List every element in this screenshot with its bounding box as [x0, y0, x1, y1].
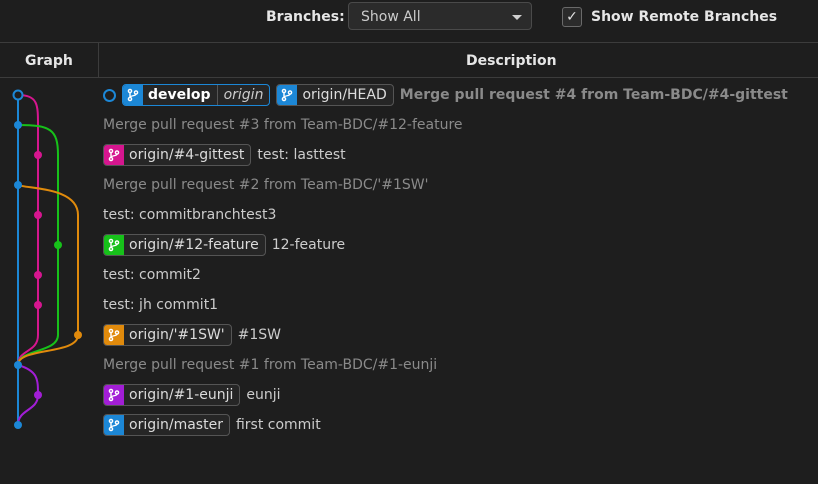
graph-line-orange [17, 184, 79, 366]
branch-ref-badge[interactable]: origin/master [103, 414, 230, 436]
commit-row[interactable]: origin/#12-feature 12-feature [103, 230, 345, 260]
commit-row[interactable]: origin/master first commit [103, 410, 321, 440]
commit-node[interactable] [34, 391, 42, 399]
commit-graph [12, 89, 82, 429]
commit-message: Merge pull request #3 from Team-BDC/#12-… [103, 117, 463, 133]
graph-line-magenta [17, 94, 39, 366]
commit-row[interactable]: test: commitbranchtest3 [103, 200, 276, 230]
branch-icon [104, 325, 124, 345]
branch-icon [277, 85, 298, 105]
commit-row[interactable]: origin/'#1SW' #1SW [103, 320, 281, 350]
commit-message: test: commit2 [103, 267, 201, 283]
branches-label: Branches: [266, 9, 345, 25]
column-header: Graph Description [0, 42, 818, 78]
commit-node[interactable] [14, 121, 22, 129]
commit-message: test: lasttest [257, 147, 346, 163]
commit-message: Merge pull request #1 from Team-BDC/#1-e… [103, 357, 438, 373]
show-remote-checkbox[interactable]: ✓ [562, 7, 582, 27]
checkmark-icon: ✓ [566, 9, 578, 25]
commit-row[interactable]: develop origin origin/HEAD Merge pull reque… [103, 80, 788, 110]
branch-ref-name: develop [148, 87, 211, 103]
commit-message: Merge pull request #4 from Team-BDC/#4-g… [399, 87, 788, 103]
branch-ref-name: origin/#4-gittest [129, 147, 245, 163]
commit-row[interactable]: origin/#4-gittest test: lasttest [103, 140, 346, 170]
branches-select-value: Show All [361, 9, 421, 25]
commit-message: test: jh commit1 [103, 297, 219, 313]
branch-ref-badge[interactable]: develop origin [122, 84, 271, 106]
toolbar: Branches: Show All ✓ Show Remote Branche… [0, 0, 818, 40]
description-column-header[interactable]: Description [466, 53, 557, 69]
graph-column-header[interactable]: Graph [25, 53, 73, 69]
branch-ref-name: origin/master [129, 417, 223, 433]
commit-node[interactable] [14, 361, 22, 369]
commit-node[interactable] [34, 211, 42, 219]
branch-ref-name: origin/#1-eunji [129, 387, 234, 403]
commit-row[interactable]: Merge pull request #3 from Team-BDC/#12-… [103, 110, 463, 140]
commit-node[interactable] [14, 421, 22, 429]
branch-ref-name: origin/'#1SW' [129, 327, 225, 343]
show-remote-label[interactable]: Show Remote Branches [591, 9, 777, 25]
commit-message: test: commitbranchtest3 [103, 207, 277, 223]
commit-message: Merge pull request #2 from Team-BDC/'#1S… [103, 177, 429, 193]
branch-icon [104, 385, 124, 405]
branch-icon [104, 145, 124, 165]
branch-icon [123, 85, 143, 105]
commit-row[interactable]: test: commit2 [103, 260, 201, 290]
branch-icon [104, 235, 124, 255]
commit-message: first commit [235, 417, 321, 433]
branches-select[interactable]: Show All [348, 2, 532, 30]
branch-icon [104, 415, 124, 435]
branch-ref-badge[interactable]: origin/#12-feature [103, 234, 266, 256]
commit-node[interactable] [74, 331, 82, 339]
commit-message: 12-feature [271, 237, 346, 253]
branch-ref-name: origin/HEAD [302, 87, 387, 103]
commit-message: #1SW [237, 327, 282, 343]
branch-remote-tag: origin [216, 85, 270, 105]
head-indicator-icon [103, 88, 116, 102]
commit-node[interactable] [14, 181, 22, 189]
commit-message: eunji [246, 387, 281, 403]
commit-node[interactable] [34, 151, 42, 159]
commit-row[interactable]: Merge pull request #2 from Team-BDC/'#1S… [103, 170, 428, 200]
commit-node[interactable] [54, 241, 62, 249]
branch-ref-badge[interactable]: origin/#4-gittest [103, 144, 252, 166]
branch-ref-badge[interactable]: origin/'#1SW' [103, 324, 232, 346]
commit-row[interactable]: origin/#1-eunji eunji [103, 380, 281, 410]
commit-row[interactable]: Merge pull request #1 from Team-BDC/#1-e… [103, 350, 437, 380]
commit-row[interactable]: test: jh commit1 [103, 290, 218, 320]
commit-node[interactable] [34, 271, 42, 279]
commit-node[interactable] [12, 89, 24, 101]
branch-ref-badge[interactable]: origin/#1-eunji [103, 384, 241, 406]
column-divider[interactable] [98, 43, 99, 77]
branch-ref-name: origin/#12-feature [129, 237, 259, 253]
commit-node[interactable] [34, 301, 42, 309]
branch-ref-badge[interactable]: origin/HEAD [276, 84, 394, 106]
chevron-down-icon [512, 15, 522, 20]
